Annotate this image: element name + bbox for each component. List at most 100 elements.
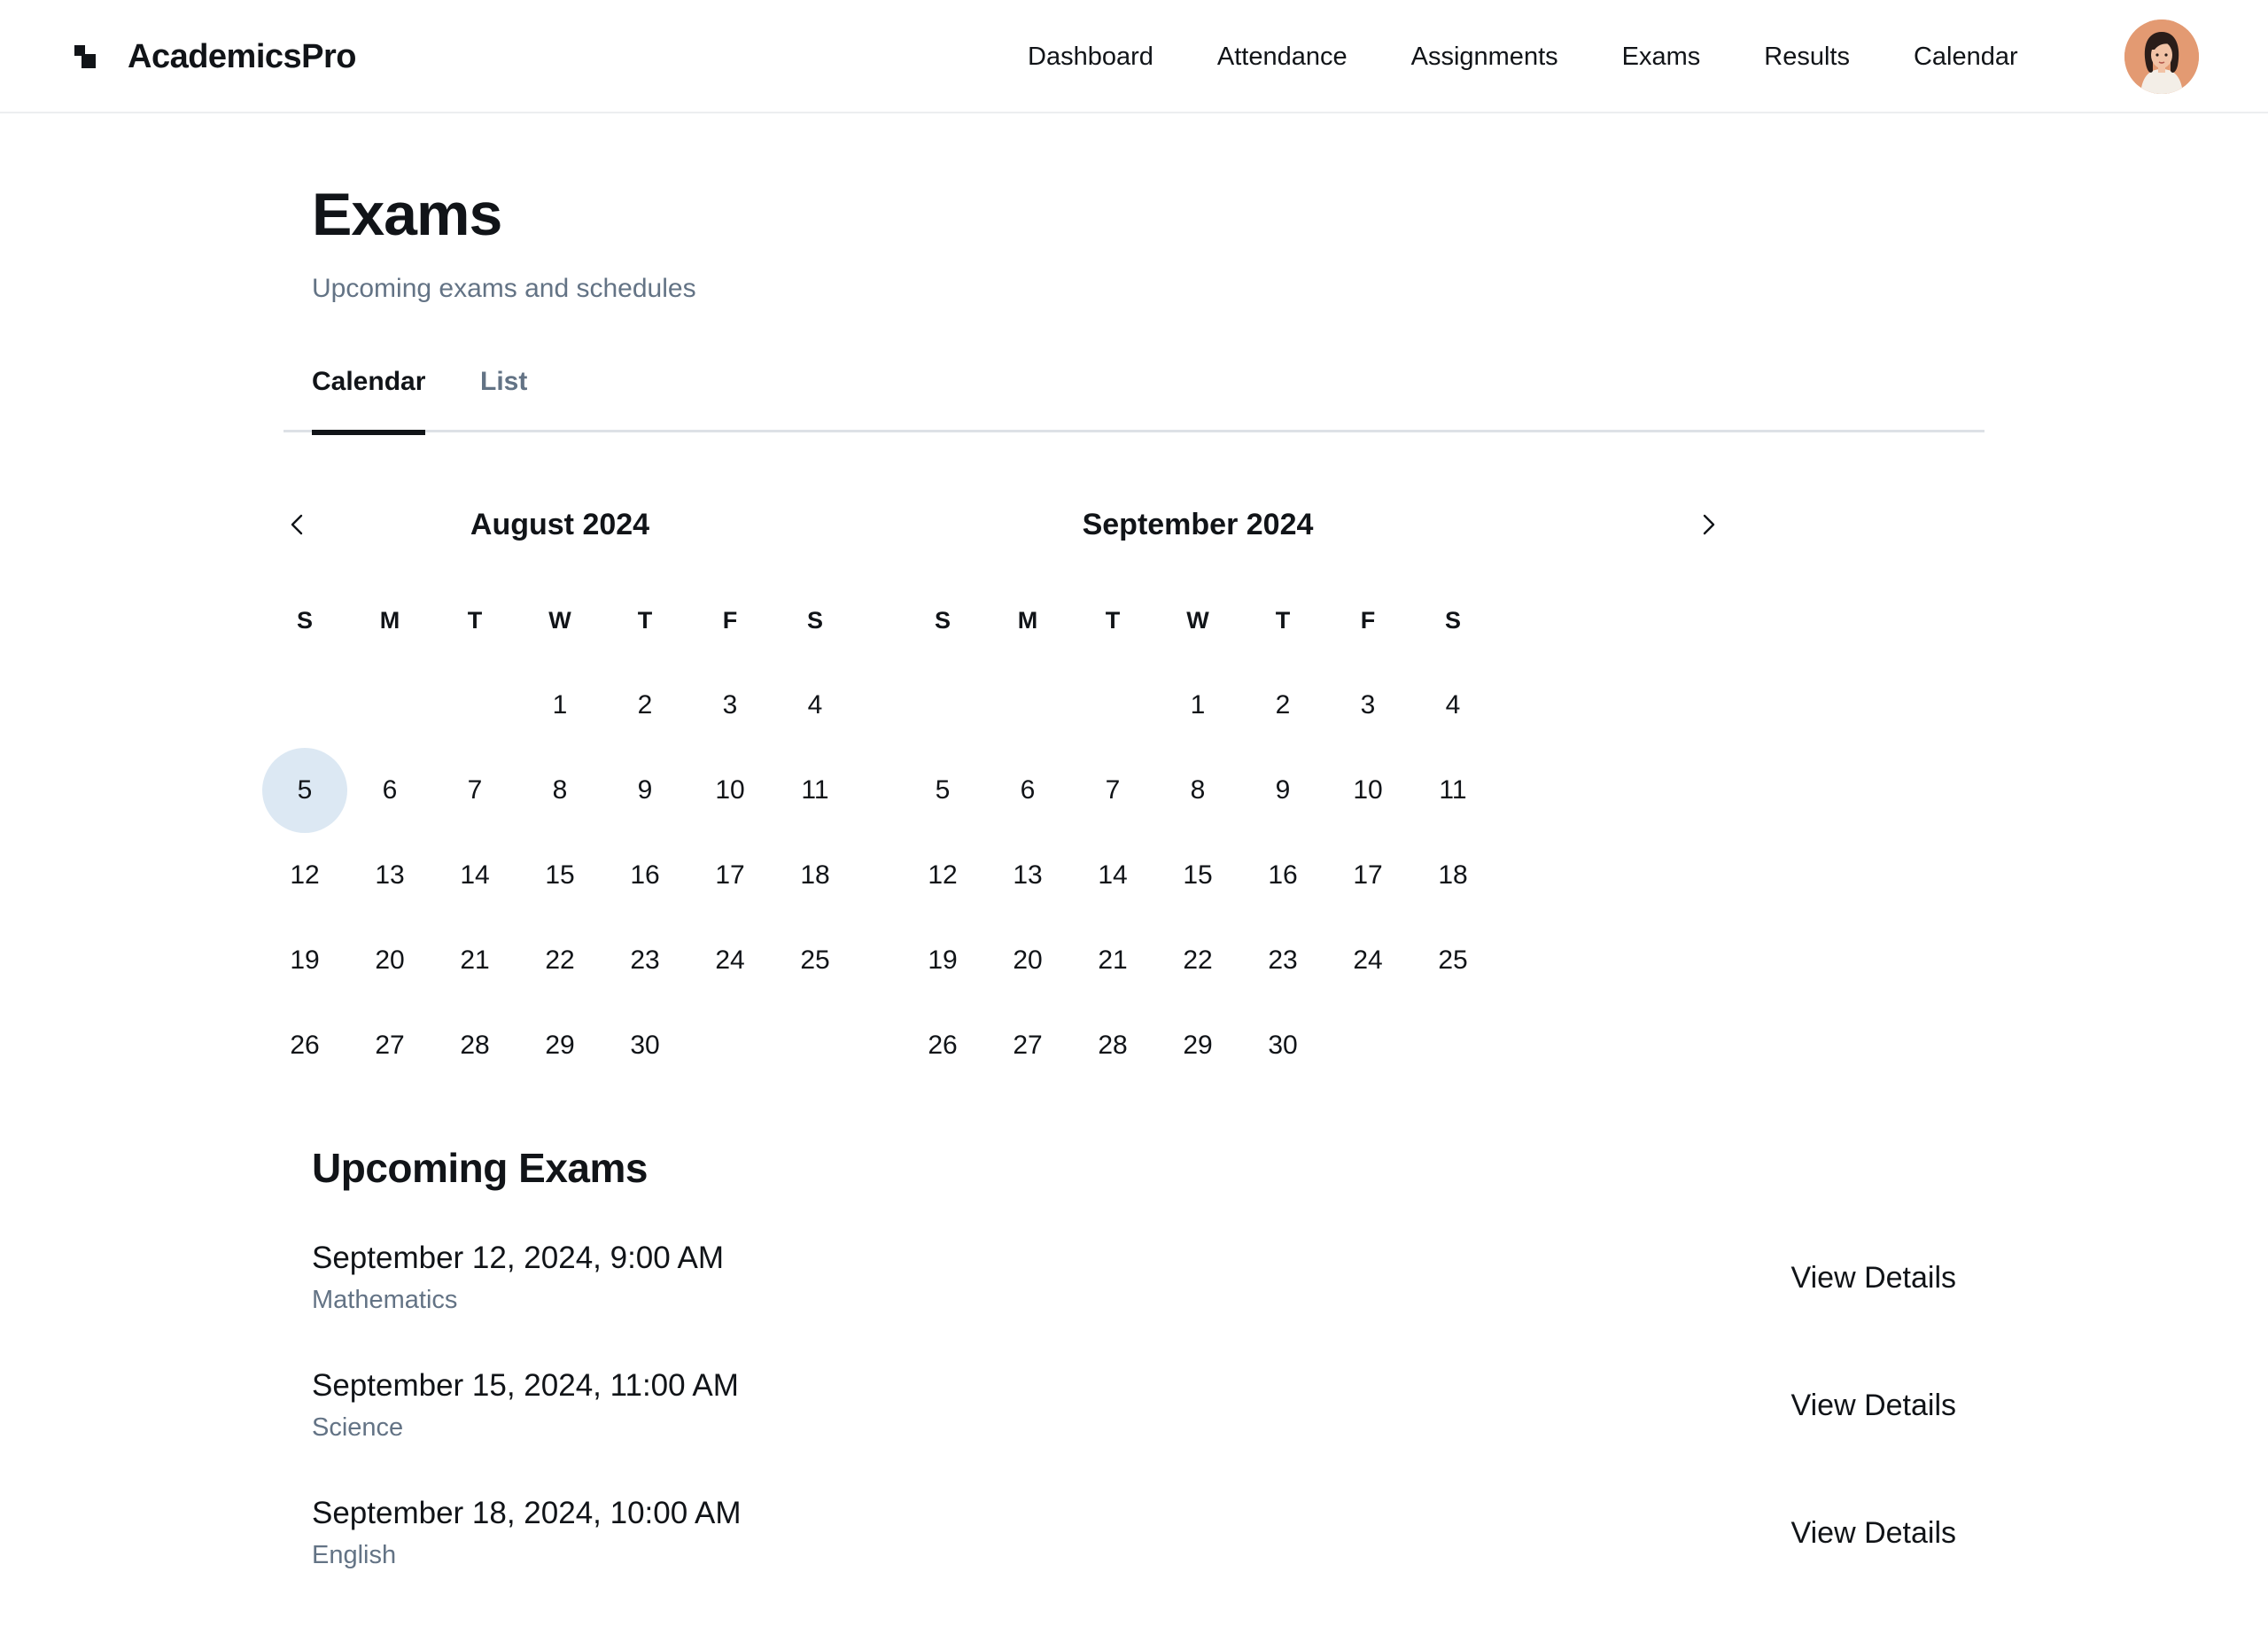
calendar-day[interactable]: 7: [432, 748, 517, 833]
calendar-day[interactable]: 17: [687, 833, 773, 918]
calendar-day[interactable]: 12: [262, 833, 347, 918]
next-month-button[interactable]: [1687, 503, 1729, 546]
nav-results[interactable]: Results: [1764, 43, 1850, 72]
calendar-day[interactable]: 3: [1325, 663, 1410, 748]
weekday-header: S: [1444, 606, 1461, 634]
calendar-day[interactable]: 13: [985, 833, 1070, 918]
calendar-empty-cell: [347, 663, 432, 748]
calendar-day[interactable]: 26: [900, 1003, 985, 1088]
upcoming-exams-title: Upcoming Exams: [312, 1145, 649, 1191]
calendar-day[interactable]: 18: [1410, 833, 1495, 918]
tab-calendar[interactable]: Calendar: [312, 356, 426, 435]
calendar-grid: S M T W T F S 1 2 3 4 5 6 7 8 9 10 11 12 13 14 15 16 17 18 19 20 21…: [262, 578, 858, 1088]
calendar-day[interactable]: 28: [432, 1003, 517, 1088]
calendar-month-september: September 2024 S M T W T F S 1 2 3 4 5 6 7 8 9 10 11 12 13 1…: [900, 493, 1495, 1060]
nav-assignments[interactable]: Assignments: [1411, 43, 1558, 72]
calendar-day[interactable]: 23: [1240, 918, 1325, 1003]
weekday-header: S: [806, 606, 823, 634]
calendar-day[interactable]: 9: [602, 748, 687, 833]
calendar-day[interactable]: 25: [773, 918, 858, 1003]
calendar-day[interactable]: 30: [602, 1003, 687, 1088]
calendar-day[interactable]: 22: [517, 918, 602, 1003]
calendar-day[interactable]: 15: [1155, 833, 1240, 918]
calendar-day[interactable]: 20: [985, 918, 1070, 1003]
calendar-day[interactable]: 8: [1155, 748, 1240, 833]
calendar-day[interactable]: 15: [517, 833, 602, 918]
user-avatar[interactable]: [2124, 19, 2199, 94]
calendar-day[interactable]: 3: [687, 663, 773, 748]
calendar-day[interactable]: 27: [347, 1003, 432, 1088]
calendar-day[interactable]: 24: [1325, 918, 1410, 1003]
calendar-day[interactable]: 14: [1070, 833, 1155, 918]
calendar-day[interactable]: 11: [773, 748, 858, 833]
exam-datetime: September 12, 2024, 9:00 AM: [312, 1241, 725, 1275]
calendar-day[interactable]: 9: [1240, 748, 1325, 833]
calendar-day[interactable]: 30: [1240, 1003, 1325, 1088]
nav-calendar[interactable]: Calendar: [1914, 43, 2018, 72]
month-title: August 2024: [470, 508, 650, 541]
weekday-header: M: [1017, 606, 1038, 634]
view-details-link[interactable]: View Details: [1791, 1386, 1956, 1425]
calendar-day[interactable]: 4: [773, 663, 858, 748]
calendar-day[interactable]: 17: [1325, 833, 1410, 918]
page-subtitle: Upcoming exams and schedules: [312, 274, 696, 303]
calendar-day[interactable]: 26: [262, 1003, 347, 1088]
weekday-header: W: [1186, 606, 1209, 634]
calendar-day[interactable]: 18: [773, 833, 858, 918]
calendar-grid: S M T W T F S 1 2 3 4 5 6 7 8 9 10 11 12 13 14 15 16 17 18 19 20 21…: [900, 578, 1495, 1088]
calendar-day[interactable]: 19: [262, 918, 347, 1003]
tab-list[interactable]: List: [480, 356, 527, 432]
brand[interactable]: AcademicsPro: [73, 34, 357, 80]
calendar-day[interactable]: 10: [1325, 748, 1410, 833]
calendar-day[interactable]: 16: [602, 833, 687, 918]
calendar-day[interactable]: 10: [687, 748, 773, 833]
calendar-day[interactable]: 2: [602, 663, 687, 748]
calendar-month-august: August 2024 S M T W T F S 1 2 3 4 5 6 7 8 9 10 11 12 13 14 15…: [262, 493, 858, 1060]
nav-attendance[interactable]: Attendance: [1217, 43, 1348, 72]
weekday-header: T: [1105, 606, 1121, 634]
calendar-day[interactable]: 25: [1410, 918, 1495, 1003]
calendar-day[interactable]: 19: [900, 918, 985, 1003]
avatar-portrait-icon: [2124, 19, 2199, 94]
calendar-day[interactable]: 16: [1240, 833, 1325, 918]
calendar-day[interactable]: 13: [347, 833, 432, 918]
calendar-day[interactable]: 20: [347, 918, 432, 1003]
calendar-day[interactable]: 14: [432, 833, 517, 918]
calendar-day[interactable]: 21: [432, 918, 517, 1003]
calendar-day[interactable]: 6: [985, 748, 1070, 833]
exam-datetime: September 18, 2024, 10:00 AM: [312, 1496, 742, 1530]
calendar-day[interactable]: 1: [517, 663, 602, 748]
exam-datetime: September 15, 2024, 11:00 AM: [312, 1368, 739, 1403]
nav-dashboard[interactable]: Dashboard: [1028, 43, 1153, 72]
exam-subject: English: [312, 1541, 397, 1569]
view-details-link[interactable]: View Details: [1791, 1258, 1956, 1297]
calendar-day[interactable]: 11: [1410, 748, 1495, 833]
calendar-day[interactable]: 29: [517, 1003, 602, 1088]
calendar-day[interactable]: 5: [262, 748, 347, 833]
nav-exams[interactable]: Exams: [1622, 43, 1701, 72]
logo-icon: [74, 45, 96, 68]
calendar-day[interactable]: 1: [1155, 663, 1240, 748]
calendar-day[interactable]: 7: [1070, 748, 1155, 833]
calendar-day[interactable]: 23: [602, 918, 687, 1003]
month-title: September 2024: [1082, 508, 1314, 541]
calendar-empty-cell: [900, 663, 985, 748]
calendar-empty-cell: [985, 663, 1070, 748]
calendar-day[interactable]: 2: [1240, 663, 1325, 748]
chevron-right-icon: [1703, 514, 1715, 535]
calendar-day[interactable]: 6: [347, 748, 432, 833]
calendar-empty-cell: [1070, 663, 1155, 748]
calendar-day[interactable]: 28: [1070, 1003, 1155, 1088]
weekday-header: S: [296, 606, 313, 634]
calendar-day[interactable]: 8: [517, 748, 602, 833]
calendar-day[interactable]: 29: [1155, 1003, 1240, 1088]
calendar-day[interactable]: 21: [1070, 918, 1155, 1003]
calendar-day[interactable]: 12: [900, 833, 985, 918]
calendar-day[interactable]: 24: [687, 918, 773, 1003]
calendar-day[interactable]: 27: [985, 1003, 1070, 1088]
calendar-day[interactable]: 4: [1410, 663, 1495, 748]
calendar-day[interactable]: 22: [1155, 918, 1240, 1003]
view-details-link[interactable]: View Details: [1791, 1513, 1956, 1552]
calendar-day[interactable]: 5: [900, 748, 985, 833]
exam-row: September 15, 2024, 11:00 AM Science Vie…: [312, 1350, 1956, 1478]
